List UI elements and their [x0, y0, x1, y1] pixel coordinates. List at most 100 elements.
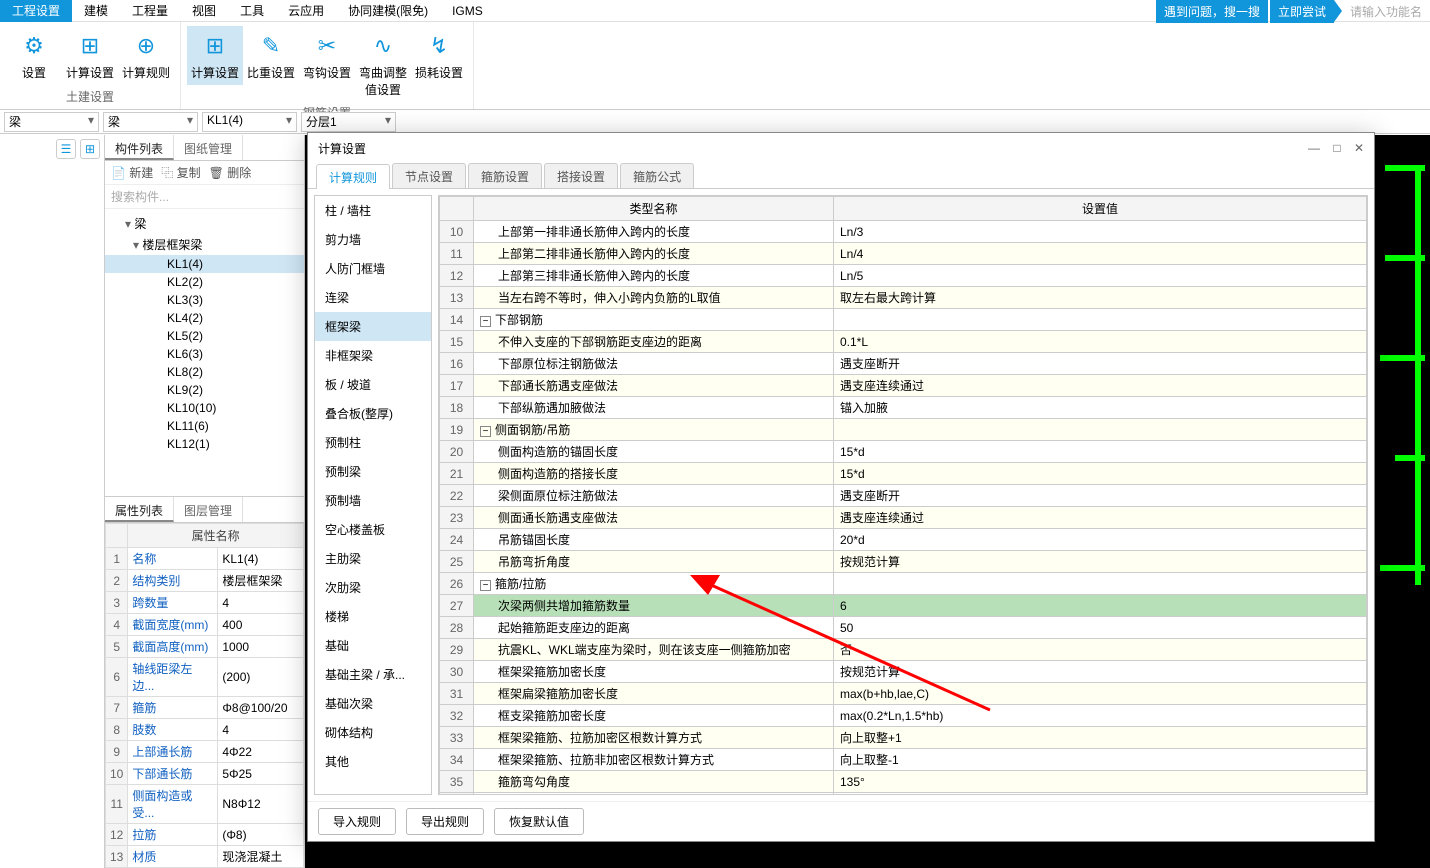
prop-val[interactable]: (Φ8) [218, 824, 304, 846]
rule-name[interactable]: 框架扁梁箍筋加密长度 [474, 683, 834, 705]
ribbon-弯曲调整值设置[interactable]: ∿弯曲调整值设置 [355, 26, 411, 102]
prop-key[interactable]: 肢数 [128, 719, 218, 741]
rule-value[interactable]: Ln/3 [834, 221, 1367, 243]
help-hint[interactable]: 遇到问题，搜一搜 [1156, 0, 1268, 23]
rule-row[interactable]: 34框架梁箍筋、拉筋非加密区根数计算方式向上取整-1 [440, 749, 1367, 771]
rule-row[interactable]: 13当左右跨不等时，伸入小跨内负筋的L取值取左右最大跨计算 [440, 287, 1367, 309]
category-item[interactable]: 空心楼盖板 [315, 515, 431, 544]
dlg-tab-0[interactable]: 计算规则 [316, 164, 390, 189]
rule-row[interactable]: 15不伸入支座的下部钢筋距支座边的距离0.1*L [440, 331, 1367, 353]
rule-row[interactable]: 31框架扁梁箍筋加密长度max(b+hb,lae,C) [440, 683, 1367, 705]
rule-name[interactable]: 框支梁箍筋加密长度 [474, 705, 834, 727]
rule-row[interactable]: 16下部原位标注钢筋做法遇支座断开 [440, 353, 1367, 375]
menu-2[interactable]: 工程量 [120, 0, 180, 22]
rule-name[interactable]: 侧面构造筋的搭接长度 [474, 463, 834, 485]
rule-value[interactable]: 遇支座连续通过 [834, 375, 1367, 397]
prop-key[interactable]: 侧面构造或受... [128, 785, 218, 824]
component-search[interactable]: 搜索构件... [105, 185, 304, 209]
rule-name[interactable]: 上部第二排非通长筋伸入跨内的长度 [474, 243, 834, 265]
category-item[interactable]: 人防门框墙 [315, 254, 431, 283]
rule-row[interactable]: 14−下部钢筋 [440, 309, 1367, 331]
rule-row[interactable]: 32框支梁箍筋加密长度max(0.2*Ln,1.5*hb) [440, 705, 1367, 727]
rule-name[interactable]: 梁侧面原位标注筋做法 [474, 485, 834, 507]
ribbon-计算规则[interactable]: ⊕计算规则 [118, 26, 174, 85]
category-item[interactable]: 叠合板(整厚) [315, 399, 431, 428]
prop-key[interactable]: 结构类别 [128, 570, 218, 592]
rule-row[interactable]: 22梁侧面原位标注筋做法遇支座断开 [440, 485, 1367, 507]
menu-4[interactable]: 工具 [228, 0, 276, 22]
prop-key[interactable]: 截面宽度(mm) [128, 614, 218, 636]
prop-val[interactable]: 1000 [218, 636, 304, 658]
rule-value[interactable]: 按规范计算 [834, 661, 1367, 683]
rule-name[interactable]: −下部钢筋 [474, 309, 834, 331]
prop-val[interactable]: 楼层框架梁 [218, 570, 304, 592]
rule-name[interactable]: 下部纵筋遇加腋做法 [474, 397, 834, 419]
ribbon-计算设置[interactable]: ⊞计算设置 [187, 26, 243, 85]
rules-grid[interactable]: 类型名称设置值10上部第一排非通长筋伸入跨内的长度Ln/311上部第二排非通长筋… [438, 195, 1368, 795]
menu-6[interactable]: 协同建模(限免) [336, 0, 440, 22]
rule-value[interactable]: 否 [834, 639, 1367, 661]
rule-name[interactable]: 侧面构造筋的锚固长度 [474, 441, 834, 463]
rule-row[interactable]: 36加腋梁箍筋加密起始位置梁柱垂直下加腋端部 [440, 793, 1367, 796]
grid-view-icon[interactable]: ⊞ [80, 139, 100, 159]
rule-name[interactable]: 抗震KL、WKL端支座为梁时，则在该支座一侧箍筋加密 [474, 639, 834, 661]
prop-key[interactable]: 轴线距梁左边... [128, 658, 218, 697]
category-item[interactable]: 砌体结构 [315, 718, 431, 747]
rule-value[interactable]: 按规范计算 [834, 551, 1367, 573]
rule-name[interactable]: 吊筋锚固长度 [474, 529, 834, 551]
close-icon[interactable]: ✕ [1354, 141, 1364, 155]
selector-0[interactable]: 梁 [4, 112, 99, 132]
prop-val[interactable]: KL1(4) [218, 548, 304, 570]
tree-item[interactable]: KL12(1) [105, 435, 304, 453]
rule-name[interactable]: 侧面通长筋遇支座做法 [474, 507, 834, 529]
rule-row[interactable]: 21侧面构造筋的搭接长度15*d [440, 463, 1367, 485]
new-button[interactable]: 📄 新建 [111, 164, 153, 181]
dlg-tab-4[interactable]: 箍筋公式 [620, 163, 694, 188]
prop-key[interactable]: 箍筋 [128, 697, 218, 719]
rule-name[interactable]: 箍筋弯勾角度 [474, 771, 834, 793]
rule-value[interactable] [834, 573, 1367, 595]
rule-row[interactable]: 23侧面通长筋遇支座做法遇支座连续通过 [440, 507, 1367, 529]
rule-value[interactable]: 20*d [834, 529, 1367, 551]
category-item[interactable]: 楼梯 [315, 602, 431, 631]
rule-name[interactable]: 框架梁箍筋加密长度 [474, 661, 834, 683]
rule-row[interactable]: 30框架梁箍筋加密长度按规范计算 [440, 661, 1367, 683]
category-item[interactable]: 板 / 坡道 [315, 370, 431, 399]
dlg-tab-1[interactable]: 节点设置 [392, 163, 466, 188]
component-tree[interactable]: 梁楼层框架梁KL1(4)KL2(2)KL3(3)KL4(2)KL5(2)KL6(… [105, 209, 304, 496]
category-item[interactable]: 连梁 [315, 283, 431, 312]
category-item[interactable]: 主肋梁 [315, 544, 431, 573]
tree-item[interactable]: KL5(2) [105, 327, 304, 345]
tree-item[interactable]: KL4(2) [105, 309, 304, 327]
reset-defaults-button[interactable]: 恢复默认值 [494, 808, 584, 835]
selector-3[interactable]: 分层1 [301, 112, 396, 132]
menu-1[interactable]: 建模 [72, 0, 120, 22]
rule-row[interactable]: 19−侧面钢筋/吊筋 [440, 419, 1367, 441]
rule-value[interactable] [834, 419, 1367, 441]
ribbon-弯钩设置[interactable]: ✂弯钩设置 [299, 26, 355, 85]
rule-row[interactable]: 28起始箍筋距支座边的距离50 [440, 617, 1367, 639]
category-item[interactable]: 次肋梁 [315, 573, 431, 602]
tree-item[interactable]: KL10(10) [105, 399, 304, 417]
rule-value[interactable] [834, 309, 1367, 331]
rule-row[interactable]: 17下部通长筋遇支座做法遇支座连续通过 [440, 375, 1367, 397]
prop-val[interactable]: (200) [218, 658, 304, 697]
prop-key[interactable]: 上部通长筋 [128, 741, 218, 763]
rule-row[interactable]: 18下部纵筋遇加腋做法锚入加腋 [440, 397, 1367, 419]
ribbon-设置[interactable]: ⚙设置 [6, 26, 62, 85]
rule-row[interactable]: 10上部第一排非通长筋伸入跨内的长度Ln/3 [440, 221, 1367, 243]
selector-2[interactable]: KL1(4) [202, 112, 297, 132]
category-item[interactable]: 其他 [315, 747, 431, 776]
prop-tab-1[interactable]: 图层管理 [174, 497, 243, 522]
rule-value[interactable]: max(b+hb,lae,C) [834, 683, 1367, 705]
rule-value[interactable]: 遇支座断开 [834, 353, 1367, 375]
category-item[interactable]: 基础主梁 / 承... [315, 660, 431, 689]
prop-key[interactable]: 下部通长筋 [128, 763, 218, 785]
list-view-icon[interactable]: ☰ [56, 139, 76, 159]
rule-value[interactable]: 135° [834, 771, 1367, 793]
dlg-tab-3[interactable]: 搭接设置 [544, 163, 618, 188]
rule-name[interactable]: 吊筋弯折角度 [474, 551, 834, 573]
prop-val[interactable]: Φ8@100/20 [218, 697, 304, 719]
delete-button[interactable]: 🗑 删除 [209, 164, 252, 181]
prop-key[interactable]: 名称 [128, 548, 218, 570]
